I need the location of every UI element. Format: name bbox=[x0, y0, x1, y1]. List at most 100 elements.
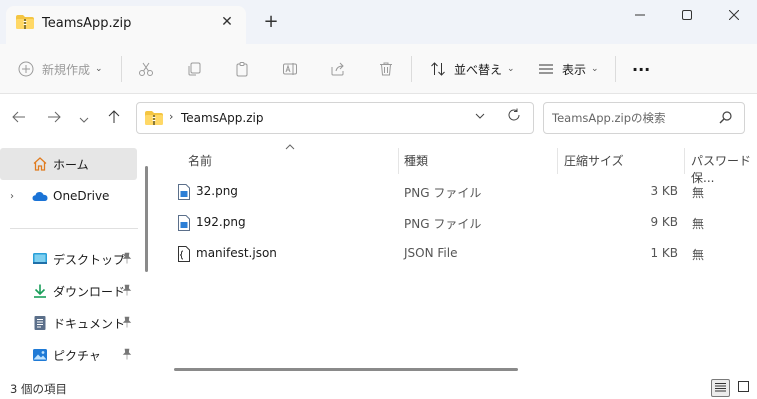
column-divider[interactable] bbox=[684, 148, 685, 174]
maximize-button[interactable] bbox=[664, 0, 710, 30]
tab-teamsapp-zip[interactable]: TeamsApp.zip ✕ bbox=[6, 6, 246, 44]
nav-item-pictures[interactable]: ピクチャ bbox=[0, 339, 137, 371]
chevron-right-icon[interactable]: › bbox=[10, 191, 14, 202]
view-label: 表示 bbox=[562, 62, 587, 77]
sort-arrows-icon bbox=[430, 61, 446, 77]
minimize-button[interactable] bbox=[617, 0, 663, 30]
file-list: 名前 種類 圧縮サイズ パスワード保... 32.png PNG ファイル 3 … bbox=[158, 144, 757, 378]
search-input[interactable] bbox=[552, 109, 712, 127]
copy-button[interactable] bbox=[186, 54, 202, 84]
details-view-button[interactable] bbox=[711, 379, 730, 397]
view-list-icon bbox=[538, 61, 554, 77]
sort-ascending-icon bbox=[285, 142, 295, 153]
nav-item-label: ホーム bbox=[53, 157, 89, 172]
pin-icon[interactable] bbox=[122, 348, 132, 363]
close-tab-icon[interactable]: ✕ bbox=[218, 13, 236, 31]
new-label: 新規作成 bbox=[42, 62, 91, 77]
nav-item-label: ダウンロード bbox=[53, 284, 126, 299]
address-row: › TeamsApp.zip bbox=[0, 94, 757, 144]
nav-item-label: ピクチャ bbox=[53, 348, 101, 363]
recent-locations-button[interactable] bbox=[72, 108, 96, 130]
file-password: 無 bbox=[692, 248, 705, 262]
nav-item-documents[interactable]: ドキュメント bbox=[0, 307, 137, 339]
file-size: 3 KB bbox=[650, 184, 678, 198]
divider bbox=[411, 56, 412, 82]
desktop-icon bbox=[32, 251, 48, 267]
tiles-view-button[interactable] bbox=[734, 379, 753, 397]
command-bar: 新規作成 ⌄ 並べ替え ⌄ 表示 ⌄ ··· bbox=[0, 44, 757, 94]
up-button[interactable] bbox=[102, 108, 126, 130]
nav-item-onedrive[interactable]: › OneDrive bbox=[0, 180, 137, 212]
nav-item-downloads[interactable]: ダウンロード bbox=[0, 275, 137, 307]
zip-folder-icon bbox=[145, 111, 163, 125]
pin-icon[interactable] bbox=[122, 252, 132, 267]
breadcrumb-separator[interactable]: › bbox=[169, 110, 173, 123]
column-header-compressed-size[interactable]: 圧縮サイズ bbox=[564, 152, 624, 169]
zip-folder-icon bbox=[16, 15, 34, 29]
back-button[interactable] bbox=[7, 108, 31, 130]
search-box[interactable] bbox=[543, 102, 745, 134]
refresh-icon[interactable] bbox=[507, 108, 521, 126]
file-type: PNG ファイル bbox=[404, 217, 482, 231]
column-header-type[interactable]: 種類 bbox=[404, 152, 428, 169]
file-type: JSON File bbox=[404, 246, 458, 260]
horizontal-scrollbar[interactable] bbox=[174, 368, 518, 371]
picture-icon bbox=[32, 347, 48, 363]
pin-icon[interactable] bbox=[122, 316, 132, 331]
column-divider[interactable] bbox=[398, 148, 399, 174]
file-row[interactable]: 32.png PNG ファイル 3 KB 無 bbox=[174, 177, 754, 207]
nav-item-label: OneDrive bbox=[53, 189, 110, 203]
arrow-right-icon bbox=[47, 111, 61, 127]
status-bar: 3 個の項目 bbox=[0, 378, 757, 399]
chevron-down-icon: ⌄ bbox=[95, 64, 103, 74]
paste-button[interactable] bbox=[234, 54, 250, 84]
tiles-view-icon bbox=[738, 381, 749, 395]
download-arrow-icon bbox=[32, 283, 48, 299]
copy-icon bbox=[186, 61, 202, 77]
nav-item-home[interactable]: ホーム bbox=[0, 148, 137, 180]
arrow-left-icon bbox=[12, 111, 26, 127]
navigation-pane: ホーム › OneDrive デスクトップ ダウンロード ドキュメント ピクチャ bbox=[0, 144, 153, 378]
nav-item-label: デスクトップ bbox=[53, 252, 126, 267]
scissors-icon bbox=[138, 61, 154, 77]
cut-button[interactable] bbox=[138, 54, 154, 84]
share-icon bbox=[330, 61, 346, 77]
search-icon[interactable] bbox=[719, 111, 732, 127]
nav-item-desktop[interactable]: デスクトップ bbox=[0, 243, 137, 275]
column-header-name[interactable]: 名前 bbox=[188, 152, 212, 169]
nav-divider bbox=[10, 228, 138, 229]
file-size: 1 KB bbox=[650, 246, 678, 260]
arrow-up-icon bbox=[108, 110, 120, 128]
new-button[interactable]: 新規作成 ⌄ bbox=[18, 54, 103, 84]
breadcrumb-item[interactable]: TeamsApp.zip bbox=[181, 111, 263, 125]
new-tab-button[interactable]: + bbox=[261, 12, 281, 32]
title-bar: TeamsApp.zip ✕ + bbox=[0, 0, 757, 44]
column-divider[interactable] bbox=[557, 148, 558, 174]
sort-label: 並べ替え bbox=[454, 62, 503, 77]
home-icon bbox=[32, 156, 48, 172]
close-window-button[interactable] bbox=[711, 0, 757, 30]
rename-button[interactable] bbox=[282, 54, 298, 84]
more-options-button[interactable]: ··· bbox=[632, 54, 650, 84]
rename-icon bbox=[282, 61, 298, 77]
file-name: 192.png bbox=[196, 215, 246, 229]
pin-icon[interactable] bbox=[122, 284, 132, 299]
file-password: 無 bbox=[692, 186, 705, 200]
address-bar[interactable]: › TeamsApp.zip bbox=[136, 102, 534, 134]
plus-circle-icon bbox=[18, 61, 34, 77]
address-dropdown-icon[interactable] bbox=[475, 111, 485, 122]
item-count: 3 個の項目 bbox=[10, 382, 67, 396]
file-password: 無 bbox=[692, 217, 705, 231]
chevron-down-icon: ⌄ bbox=[591, 64, 599, 74]
nav-scrollbar[interactable] bbox=[145, 166, 148, 272]
file-row[interactable]: 192.png PNG ファイル 9 KB 無 bbox=[174, 208, 754, 238]
view-button[interactable]: 表示 ⌄ bbox=[538, 54, 599, 84]
file-type: PNG ファイル bbox=[404, 186, 482, 200]
file-name: manifest.json bbox=[196, 246, 277, 260]
file-row[interactable]: manifest.json JSON File 1 KB 無 bbox=[174, 239, 754, 269]
document-icon bbox=[32, 315, 48, 331]
delete-button[interactable] bbox=[378, 54, 394, 84]
share-button[interactable] bbox=[330, 54, 346, 84]
sort-button[interactable]: 並べ替え ⌄ bbox=[430, 54, 515, 84]
forward-button[interactable] bbox=[42, 108, 66, 130]
